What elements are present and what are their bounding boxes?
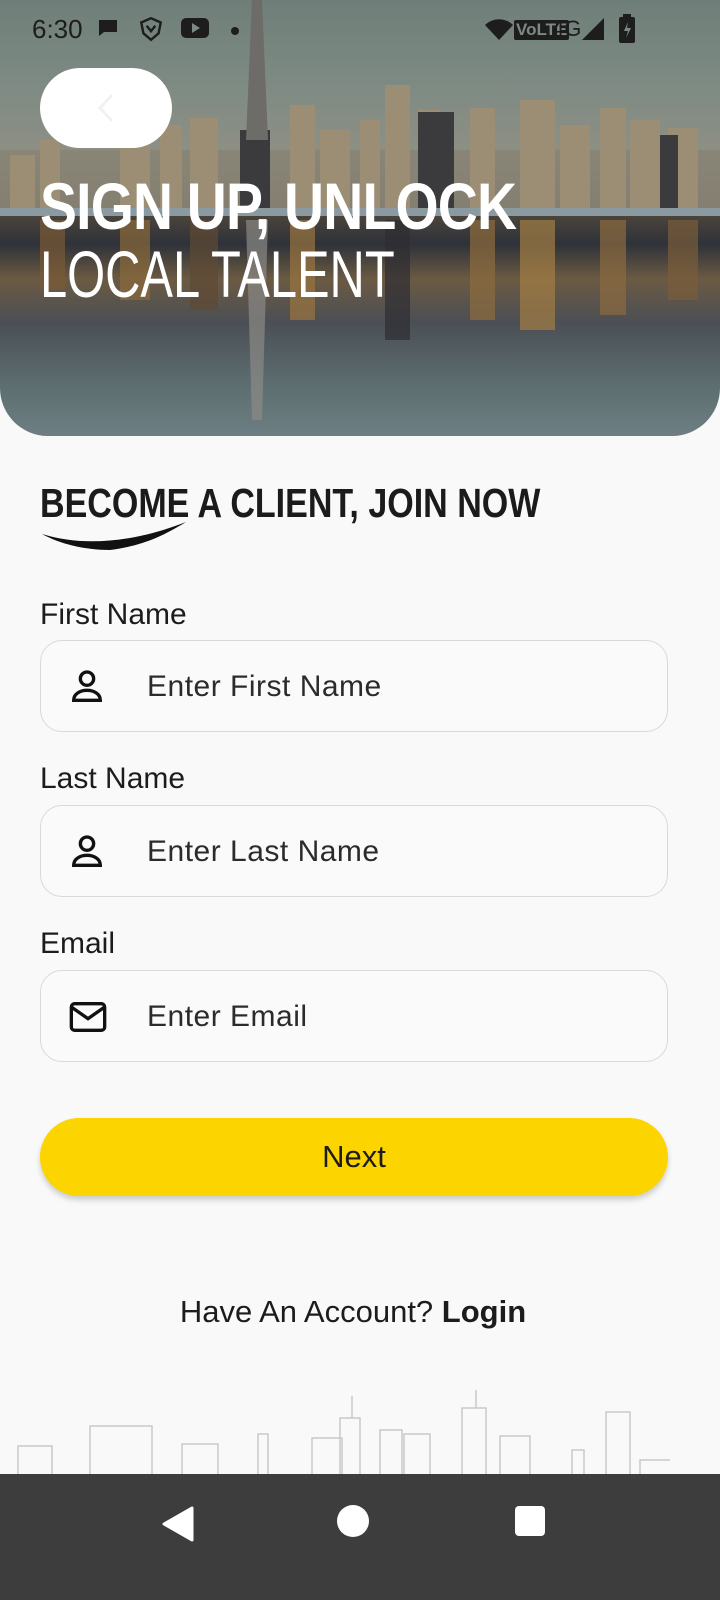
- network-type: 4G: [552, 16, 582, 41]
- person-icon: [71, 670, 103, 702]
- first-name-field[interactable]: [40, 640, 668, 733]
- mail-icon: [69, 1002, 107, 1032]
- hero-title-line2: LOCAL TALENT: [40, 237, 395, 311]
- email-field[interactable]: [40, 970, 668, 1063]
- back-button[interactable]: [40, 68, 172, 148]
- email-input[interactable]: [145, 971, 649, 1063]
- last-name-input[interactable]: [145, 806, 649, 898]
- sketch-skyline-image: [17, 1390, 670, 1474]
- last-name-label: Last Name: [40, 762, 186, 795]
- nav-back-icon[interactable]: [162, 1506, 194, 1542]
- account-prompt-text: Have An Account?: [179, 1294, 434, 1329]
- youtube-icon: [181, 18, 209, 38]
- email-label: Email: [40, 927, 116, 960]
- nav-recents-icon[interactable]: [514, 1505, 546, 1537]
- status-bar: 6:30 VoLTE 4G: [0, 0, 720, 60]
- person-icon: [71, 835, 103, 867]
- last-name-field[interactable]: [40, 805, 668, 898]
- hero-banner: 6:30 VoLTE 4G SIGN UP, UNLOCK LOCAL TALE…: [0, 0, 720, 436]
- first-name-label: First Name: [40, 598, 187, 631]
- battery-icon: [619, 14, 635, 43]
- signal-icon: [582, 18, 604, 40]
- underline-swoosh: [42, 522, 186, 550]
- shield-icon: [139, 16, 163, 42]
- status-time: 6:30: [32, 14, 83, 44]
- chevron-left-icon: [97, 93, 114, 123]
- wifi-icon: [485, 19, 513, 40]
- login-prompt: Have An Account? Login: [0, 1294, 706, 1330]
- login-link[interactable]: Login: [442, 1294, 526, 1329]
- hero-title-line1: SIGN UP, UNLOCK: [40, 169, 517, 243]
- message-icon: [99, 20, 117, 36]
- system-nav-bar: [0, 1474, 720, 1600]
- notification-dot-icon: [231, 27, 239, 35]
- nav-home-icon[interactable]: [336, 1504, 370, 1538]
- first-name-input[interactable]: [145, 641, 649, 733]
- next-button[interactable]: Next: [40, 1118, 668, 1196]
